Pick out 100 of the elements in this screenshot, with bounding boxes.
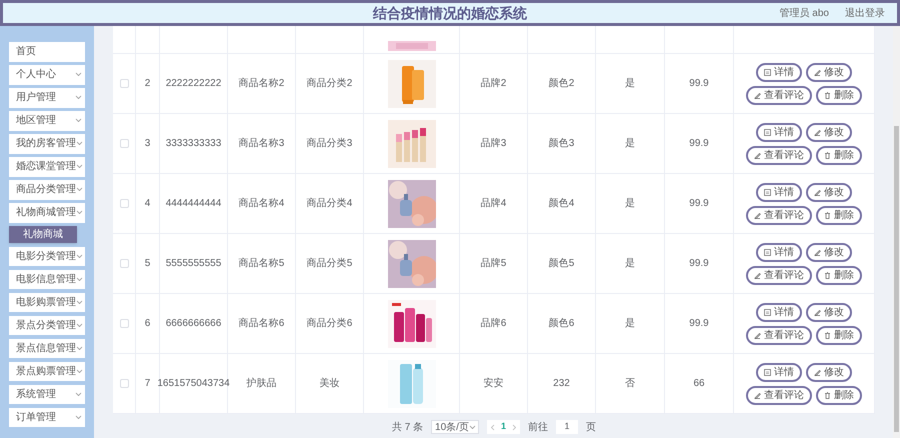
table-cell-text: 美妆	[320, 376, 340, 391]
table-cell-text: 商品名称5	[238, 256, 284, 271]
row-checkbox[interactable]	[120, 139, 128, 148]
chevron-icon	[76, 210, 83, 216]
table-cell-text: 否	[625, 377, 635, 391]
document-icon	[764, 128, 771, 136]
menu-item[interactable]: 电影信息管理	[9, 270, 85, 289]
chevron-icon	[76, 300, 83, 305]
table-cell-text: 商品名称4	[238, 196, 284, 211]
trash-icon	[824, 392, 831, 398]
row-checkbox[interactable]	[120, 259, 128, 268]
menu-item[interactable]: 系统管理	[9, 384, 85, 404]
edit-button[interactable]: 修改	[806, 62, 852, 82]
details-button[interactable]: 详情	[756, 182, 802, 202]
menu-item[interactable]: 个人中心	[9, 65, 85, 84]
pencil-icon	[754, 332, 761, 338]
chevron-icon	[75, 118, 82, 124]
delete-button[interactable]: 删除	[816, 146, 862, 164]
view-comments-button[interactable]: 查看评论	[746, 206, 812, 224]
menu-item[interactable]: 景点信息管理	[9, 338, 85, 358]
details-button[interactable]: 详情	[756, 242, 802, 262]
view-comments-button[interactable]: 查看评论	[746, 146, 812, 164]
trash-icon	[824, 92, 831, 98]
chevron-icon	[75, 414, 82, 420]
edit-button[interactable]: 修改	[806, 362, 852, 382]
trash-icon	[824, 212, 831, 218]
menu-item[interactable]: 礼物商城管理	[9, 203, 85, 222]
next-page-button[interactable]	[512, 424, 518, 430]
details-button[interactable]: 详情	[756, 62, 802, 82]
menu-item[interactable]: 地区管理	[9, 111, 85, 130]
row-checkbox[interactable]	[120, 319, 128, 328]
table-cell-text: 颜色2	[548, 76, 574, 91]
pencil-icon	[814, 128, 821, 136]
table-cell-text: 是	[625, 197, 635, 211]
menu-item[interactable]: 首页	[9, 42, 85, 62]
delete-button[interactable]: 删除	[816, 266, 862, 284]
edit-button[interactable]: 修改	[806, 182, 852, 202]
document-icon	[764, 68, 771, 76]
chevron-icon	[76, 368, 83, 374]
menu-item[interactable]: 景点分类管理	[9, 316, 85, 335]
delete-button[interactable]: 删除	[816, 326, 862, 344]
menu-item[interactable]: 电影分类管理	[9, 246, 85, 266]
pencil-icon	[754, 212, 761, 218]
table-cell-text: 品牌5	[480, 257, 506, 271]
user-label: 管理员 abo	[780, 6, 829, 20]
chevron-icon	[76, 276, 83, 282]
table-cell-text: 商品分类4	[306, 196, 352, 211]
logout-link[interactable]: 退出登录	[845, 6, 885, 20]
table-cell-text: 商品分类5	[306, 256, 352, 271]
document-icon	[764, 308, 771, 316]
table-cell-text: 6	[144, 317, 150, 331]
view-comments-button[interactable]: 查看评论	[746, 386, 812, 404]
pencil-icon	[814, 68, 821, 76]
scrollbar-thumb[interactable]	[894, 126, 899, 432]
menu-item[interactable]: 我的房客管理	[9, 134, 85, 154]
submenu-item[interactable]: 礼物商城	[9, 226, 77, 243]
edit-button[interactable]: 修改	[806, 302, 852, 322]
trash-icon	[824, 152, 831, 158]
edit-button[interactable]: 修改	[806, 242, 852, 262]
table-cell-text: 品牌4	[480, 197, 506, 211]
row-checkbox[interactable]	[120, 379, 128, 388]
page-size-select[interactable]: 10条/页	[431, 420, 480, 434]
menu-item[interactable]: 商品分类管理	[9, 180, 85, 200]
chevron-icon	[76, 164, 83, 170]
prev-page-button[interactable]	[490, 424, 496, 430]
menu-item[interactable]: 用户管理	[9, 88, 85, 108]
menu-item[interactable]: 电影购票管理	[9, 292, 85, 312]
menu-item[interactable]: 景点购票管理	[9, 362, 85, 381]
table-cell-text: 是	[625, 317, 635, 331]
view-comments-button[interactable]: 查看评论	[746, 326, 812, 344]
goto-label: 前往	[528, 420, 548, 434]
page-input[interactable]: 1	[556, 420, 578, 434]
view-comments-button[interactable]: 查看评论	[746, 86, 812, 104]
pencil-icon	[754, 392, 761, 398]
table-cell-text: 232	[553, 377, 570, 391]
pencil-icon	[754, 152, 761, 158]
details-button[interactable]: 详情	[756, 302, 802, 322]
table-cell-text: 2	[144, 77, 150, 91]
document-icon	[764, 368, 771, 376]
table-cell-text: 99.9	[689, 77, 709, 91]
menu-item[interactable]: 婚恋课堂管理	[9, 157, 85, 176]
table-cell-text: 1651575043734	[157, 377, 230, 391]
delete-button[interactable]: 删除	[816, 206, 862, 224]
row-checkbox[interactable]	[120, 199, 128, 208]
details-button[interactable]: 详情	[756, 362, 802, 382]
view-comments-button[interactable]: 查看评论	[746, 266, 812, 284]
table-cell-text: 商品名称2	[238, 76, 284, 91]
row-checkbox[interactable]	[120, 79, 128, 88]
trash-icon	[824, 272, 831, 278]
edit-button[interactable]: 修改	[806, 122, 852, 142]
details-button[interactable]: 详情	[756, 122, 802, 142]
table-cell-text: 商品名称6	[238, 316, 284, 331]
pencil-icon	[754, 92, 761, 98]
chevron-icon	[76, 346, 83, 351]
delete-button[interactable]: 删除	[816, 86, 862, 104]
chevron-icon	[76, 141, 83, 146]
delete-button[interactable]: 删除	[816, 386, 862, 404]
menu-item[interactable]: 订单管理	[9, 408, 85, 427]
pencil-icon	[814, 308, 821, 316]
table-cell-text: 是	[625, 77, 635, 91]
